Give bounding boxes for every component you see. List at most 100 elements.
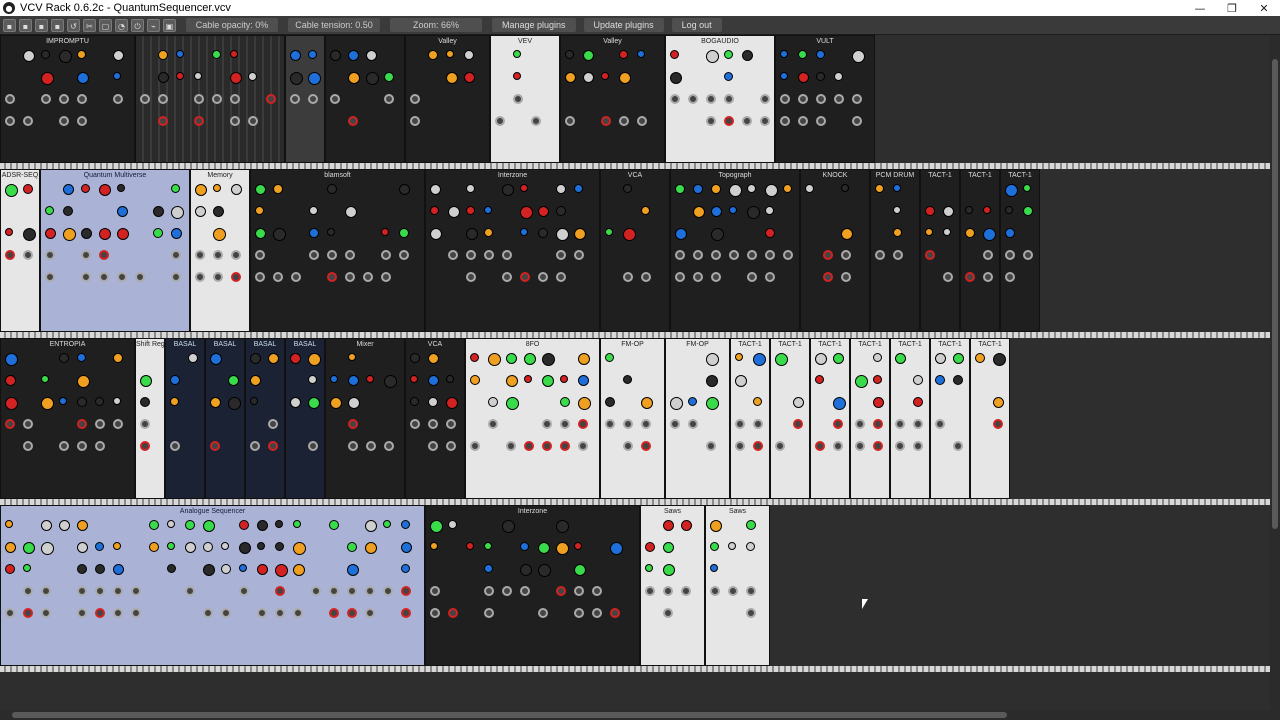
knob[interactable]: [41, 520, 52, 531]
knob[interactable]: [59, 50, 72, 63]
patch-jack[interactable]: [747, 272, 757, 282]
patch-jack[interactable]: [688, 94, 698, 104]
patch-jack[interactable]: [735, 441, 745, 451]
knob[interactable]: [513, 50, 521, 58]
knob[interactable]: [255, 184, 266, 195]
patch-jack[interactable]: [502, 250, 512, 260]
knob[interactable]: [5, 228, 13, 236]
knob[interactable]: [710, 542, 719, 551]
knob[interactable]: [309, 206, 318, 215]
knob[interactable]: [815, 353, 827, 365]
knob[interactable]: [466, 228, 478, 240]
module-8fo[interactable]: 8FO: [465, 338, 600, 499]
knob[interactable]: [41, 72, 54, 85]
patch-jack[interactable]: [45, 272, 55, 282]
knob[interactable]: [23, 184, 33, 194]
patch-jack[interactable]: [446, 419, 456, 429]
knob[interactable]: [239, 520, 249, 530]
knob[interactable]: [711, 228, 724, 241]
patch-jack[interactable]: [384, 441, 394, 451]
knob[interactable]: [230, 50, 238, 58]
knob[interactable]: [538, 206, 549, 217]
knob[interactable]: [446, 50, 454, 58]
patch-jack[interactable]: [895, 419, 905, 429]
knob[interactable]: [583, 72, 594, 83]
patch-jack[interactable]: [645, 586, 655, 596]
knob[interactable]: [327, 228, 335, 236]
patch-jack[interactable]: [706, 94, 716, 104]
knob[interactable]: [1005, 184, 1018, 197]
patch-jack[interactable]: [983, 250, 993, 260]
patch-jack[interactable]: [275, 608, 285, 618]
patch-jack[interactable]: [729, 250, 739, 260]
knob[interactable]: [873, 353, 882, 362]
knob[interactable]: [681, 520, 692, 531]
knob[interactable]: [637, 50, 645, 58]
knob[interactable]: [410, 397, 419, 406]
patch-jack[interactable]: [410, 116, 420, 126]
patch-jack[interactable]: [520, 586, 530, 596]
knob[interactable]: [410, 375, 418, 383]
patch-jack[interactable]: [383, 586, 393, 596]
knob[interactable]: [239, 564, 247, 572]
patch-jack[interactable]: [140, 94, 150, 104]
patch-jack[interactable]: [893, 250, 903, 260]
patch-jack[interactable]: [345, 272, 355, 282]
patch-jack[interactable]: [221, 608, 231, 618]
patch-jack[interactable]: [578, 419, 588, 429]
patch-jack[interactable]: [135, 272, 145, 282]
knob[interactable]: [816, 72, 825, 81]
knob[interactable]: [167, 564, 176, 573]
knob[interactable]: [729, 206, 737, 214]
knob[interactable]: [330, 375, 338, 383]
knob[interactable]: [538, 564, 551, 577]
patch-jack[interactable]: [381, 250, 391, 260]
knob[interactable]: [117, 228, 129, 240]
patch-jack[interactable]: [131, 608, 141, 618]
patch-jack[interactable]: [212, 94, 222, 104]
knob[interactable]: [275, 520, 283, 528]
module-pcm-drum[interactable]: PCM DRUM: [870, 169, 920, 332]
open-patch-icon[interactable]: ▪: [19, 18, 32, 32]
power-icon[interactable]: ⏻: [131, 18, 144, 32]
patch-jack[interactable]: [637, 116, 647, 126]
patch-jack[interactable]: [77, 586, 87, 596]
patch-jack[interactable]: [531, 116, 541, 126]
patch-jack[interactable]: [268, 419, 278, 429]
patch-jack[interactable]: [59, 116, 69, 126]
patch-jack[interactable]: [688, 419, 698, 429]
knob[interactable]: [430, 542, 438, 550]
vertical-scrollbar[interactable]: [1270, 35, 1280, 710]
knob[interactable]: [524, 375, 532, 383]
knob[interactable]: [59, 520, 70, 531]
patch-jack[interactable]: [780, 94, 790, 104]
patch-jack[interactable]: [993, 419, 1003, 429]
module-vca[interactable]: VCA: [600, 169, 670, 332]
knob[interactable]: [706, 375, 718, 387]
knob[interactable]: [735, 375, 747, 387]
knob[interactable]: [605, 353, 614, 362]
patch-jack[interactable]: [448, 608, 458, 618]
knob[interactable]: [1005, 228, 1015, 238]
patch-jack[interactable]: [290, 94, 300, 104]
patch-jack[interactable]: [524, 441, 534, 451]
knob[interactable]: [213, 206, 224, 217]
patch-jack[interactable]: [502, 586, 512, 596]
knob[interactable]: [290, 353, 301, 364]
knob[interactable]: [711, 206, 722, 217]
knob[interactable]: [583, 50, 594, 61]
patch-jack[interactable]: [366, 441, 376, 451]
vertical-scroll-thumb[interactable]: [1272, 59, 1278, 529]
patch-jack[interactable]: [711, 250, 721, 260]
zoom-slider[interactable]: Zoom: 66%: [390, 18, 482, 32]
knob[interactable]: [5, 564, 15, 574]
knob[interactable]: [502, 184, 514, 196]
close-icon[interactable]: ✕: [1248, 0, 1280, 16]
patch-jack[interactable]: [231, 250, 241, 260]
patch-jack[interactable]: [592, 608, 602, 618]
patch-jack[interactable]: [59, 441, 69, 451]
module-mixer[interactable]: Mixer: [325, 338, 405, 499]
patch-jack[interactable]: [23, 441, 33, 451]
patch-jack[interactable]: [185, 586, 195, 596]
knob[interactable]: [113, 397, 121, 405]
